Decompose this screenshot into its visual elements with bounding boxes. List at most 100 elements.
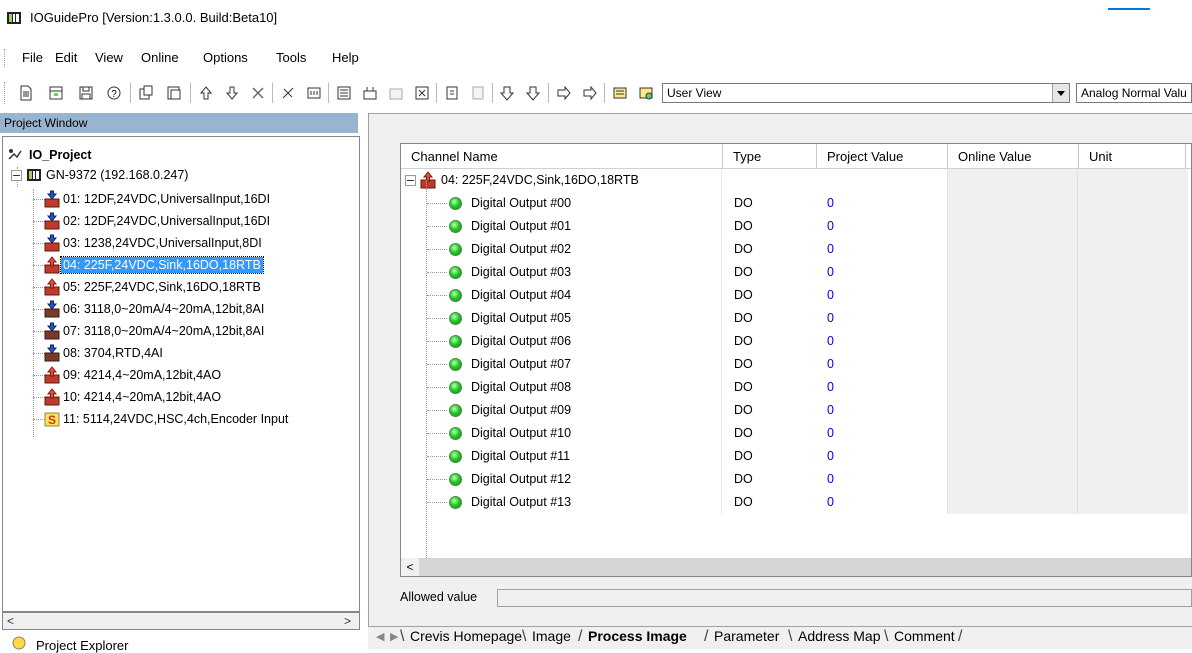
tree-item-module[interactable]: 10: 4214,4~20mA,12bit,4AO (43, 387, 223, 407)
monitor-stop-icon[interactable] (636, 83, 656, 103)
tree-item-module[interactable]: 04: 225F,24VDC,Sink,16DO,18RTB (43, 255, 264, 275)
upload-icon[interactable] (442, 83, 462, 103)
tab-address-map[interactable]: Address Map (798, 628, 880, 644)
col-header-online-value[interactable]: Online Value (948, 144, 1079, 168)
module-d-icon[interactable] (412, 83, 432, 103)
menu-options[interactable]: Options (203, 50, 248, 65)
project-value-cell[interactable]: 0 (817, 307, 947, 330)
delete-icon[interactable] (248, 83, 268, 103)
channel-row[interactable]: Digital Output #12 DO 0 (401, 468, 1191, 491)
tree-horizontal-scrollbar[interactable]: < > (2, 612, 360, 630)
menu-edit[interactable]: Edit (55, 50, 77, 65)
channel-row[interactable]: Digital Output #08 DO 0 (401, 376, 1191, 399)
channel-row[interactable]: Digital Output #02 DO 0 (401, 238, 1191, 261)
scroll-left-icon[interactable]: < (7, 614, 14, 628)
channel-row[interactable]: Digital Output #11 DO 0 (401, 445, 1191, 468)
project-value-cell[interactable]: 0 (817, 330, 947, 353)
project-value-cell[interactable]: 0 (817, 445, 947, 468)
save-icon[interactable] (76, 83, 96, 103)
menu-view[interactable]: View (95, 50, 123, 65)
scroll-left-icon[interactable]: < (401, 558, 419, 576)
channel-row[interactable]: Digital Output #03 DO 0 (401, 261, 1191, 284)
move-up-icon[interactable] (196, 83, 216, 103)
tree-item-module[interactable]: 05: 225F,24VDC,Sink,16DO,18RTB (43, 277, 263, 297)
collapse-icon[interactable] (11, 169, 22, 181)
menu-tools[interactable]: Tools (276, 50, 306, 65)
scroll-right-icon[interactable]: > (344, 614, 351, 628)
tree-root[interactable]: IO_Project (7, 145, 94, 165)
channel-row[interactable]: Digital Output #05 DO 0 (401, 307, 1191, 330)
view-combo-arrow-area[interactable] (820, 83, 1070, 103)
module-a-icon[interactable] (334, 83, 354, 103)
project-value-cell[interactable]: 0 (817, 491, 947, 514)
group-row[interactable]: 04: 225F,24VDC,Sink,16DO,18RTB (401, 169, 1191, 192)
forward-icon[interactable] (554, 83, 574, 103)
tab-crevis-homepage[interactable]: Crevis Homepage (410, 628, 522, 644)
col-header-channel-name[interactable]: Channel Name (401, 144, 723, 168)
monitor-icon[interactable] (610, 83, 630, 103)
tab-scroll-right-icon[interactable]: ▶ (390, 630, 398, 643)
connect-icon[interactable] (278, 83, 298, 103)
write-all-icon[interactable] (524, 83, 544, 103)
scan-icon[interactable] (304, 83, 324, 103)
tab-scroll-left-icon[interactable]: ◀ (376, 630, 384, 643)
open-icon[interactable] (46, 83, 66, 103)
allowed-value-field[interactable] (497, 589, 1192, 607)
tree-item-module[interactable]: 07: 3118,0~20mA/4~20mA,12bit,8AI (43, 321, 266, 341)
col-header-unit[interactable]: Unit (1079, 144, 1186, 168)
channel-grid[interactable]: Channel Name Type Project Value Online V… (400, 143, 1192, 577)
help-icon[interactable]: ? (104, 83, 124, 103)
project-value-cell[interactable]: 0 (817, 192, 947, 215)
grid-horizontal-scrollbar[interactable]: < (401, 558, 1191, 576)
move-down-icon[interactable] (222, 83, 242, 103)
project-value-cell[interactable]: 0 (817, 422, 947, 445)
col-header-type[interactable]: Type (723, 144, 817, 168)
channel-row[interactable]: Digital Output #09 DO 0 (401, 399, 1191, 422)
module-c-icon[interactable] (386, 83, 406, 103)
channel-row[interactable]: Digital Output #01 DO 0 (401, 215, 1191, 238)
chevron-down-icon[interactable] (1052, 84, 1069, 102)
project-value-cell[interactable]: 0 (817, 284, 947, 307)
project-explorer-tab[interactable]: Project Explorer (0, 632, 200, 653)
paste-icon[interactable] (164, 83, 184, 103)
project-value-cell[interactable]: 0 (817, 215, 947, 238)
channel-row[interactable]: Digital Output #06 DO 0 (401, 330, 1191, 353)
channel-row[interactable]: Digital Output #10 DO 0 (401, 422, 1191, 445)
forward-all-icon[interactable] (580, 83, 600, 103)
channel-row[interactable]: Digital Output #04 DO 0 (401, 284, 1191, 307)
module-b-icon[interactable] (360, 83, 380, 103)
channel-row[interactable]: Digital Output #07 DO 0 (401, 353, 1191, 376)
menu-help[interactable]: Help (332, 50, 359, 65)
tab-parameter[interactable]: Parameter (714, 628, 779, 644)
tab-image[interactable]: Image (532, 628, 571, 644)
tree-adapter[interactable]: GN-9372 (192.168.0.247) (11, 165, 190, 185)
channel-row[interactable]: Digital Output #00 DO 0 (401, 192, 1191, 215)
col-header-project-value[interactable]: Project Value (817, 144, 948, 168)
tree-item-module[interactable]: 02: 12DF,24VDC,UniversalInput,16DI (43, 211, 272, 231)
tab-process-image[interactable]: Process Image (588, 628, 687, 644)
menu-file[interactable]: File (22, 50, 43, 65)
project-value-cell[interactable]: 0 (817, 468, 947, 491)
view-combo[interactable]: User View (662, 83, 822, 103)
project-value-cell[interactable]: 0 (817, 353, 947, 376)
tab-comment[interactable]: Comment (894, 628, 955, 644)
project-value-cell[interactable]: 0 (817, 261, 947, 284)
tree-item-module[interactable]: S 11: 5114,24VDC,HSC,4ch,Encoder Input (43, 409, 290, 429)
tree-item-module[interactable]: 09: 4214,4~20mA,12bit,4AO (43, 365, 223, 385)
tree-item-module[interactable]: 08: 3704,RTD,4AI (43, 343, 165, 363)
copy-icon[interactable] (136, 83, 156, 103)
write-icon[interactable] (498, 83, 518, 103)
menu-online[interactable]: Online (141, 50, 179, 65)
analog-combo[interactable]: Analog Normal Valu (1076, 83, 1192, 103)
channel-row[interactable]: Digital Output #13 DO 0 (401, 491, 1191, 514)
project-value-cell[interactable]: 0 (817, 238, 947, 261)
project-value-cell[interactable]: 0 (817, 376, 947, 399)
download-icon[interactable] (468, 83, 488, 103)
new-file-icon[interactable] (16, 83, 36, 103)
tree-item-module[interactable]: 06: 3118,0~20mA/4~20mA,12bit,8AI (43, 299, 266, 319)
tree-item-module[interactable]: 03: 1238,24VDC,UniversalInput,8DI (43, 233, 264, 253)
collapse-icon[interactable] (405, 175, 416, 186)
project-tree[interactable]: IO_Project GN-9372 (192.168.0.247) 01: 1… (2, 136, 360, 612)
tree-item-module[interactable]: 01: 12DF,24VDC,UniversalInput,16DI (43, 189, 272, 209)
project-value-cell[interactable]: 0 (817, 399, 947, 422)
